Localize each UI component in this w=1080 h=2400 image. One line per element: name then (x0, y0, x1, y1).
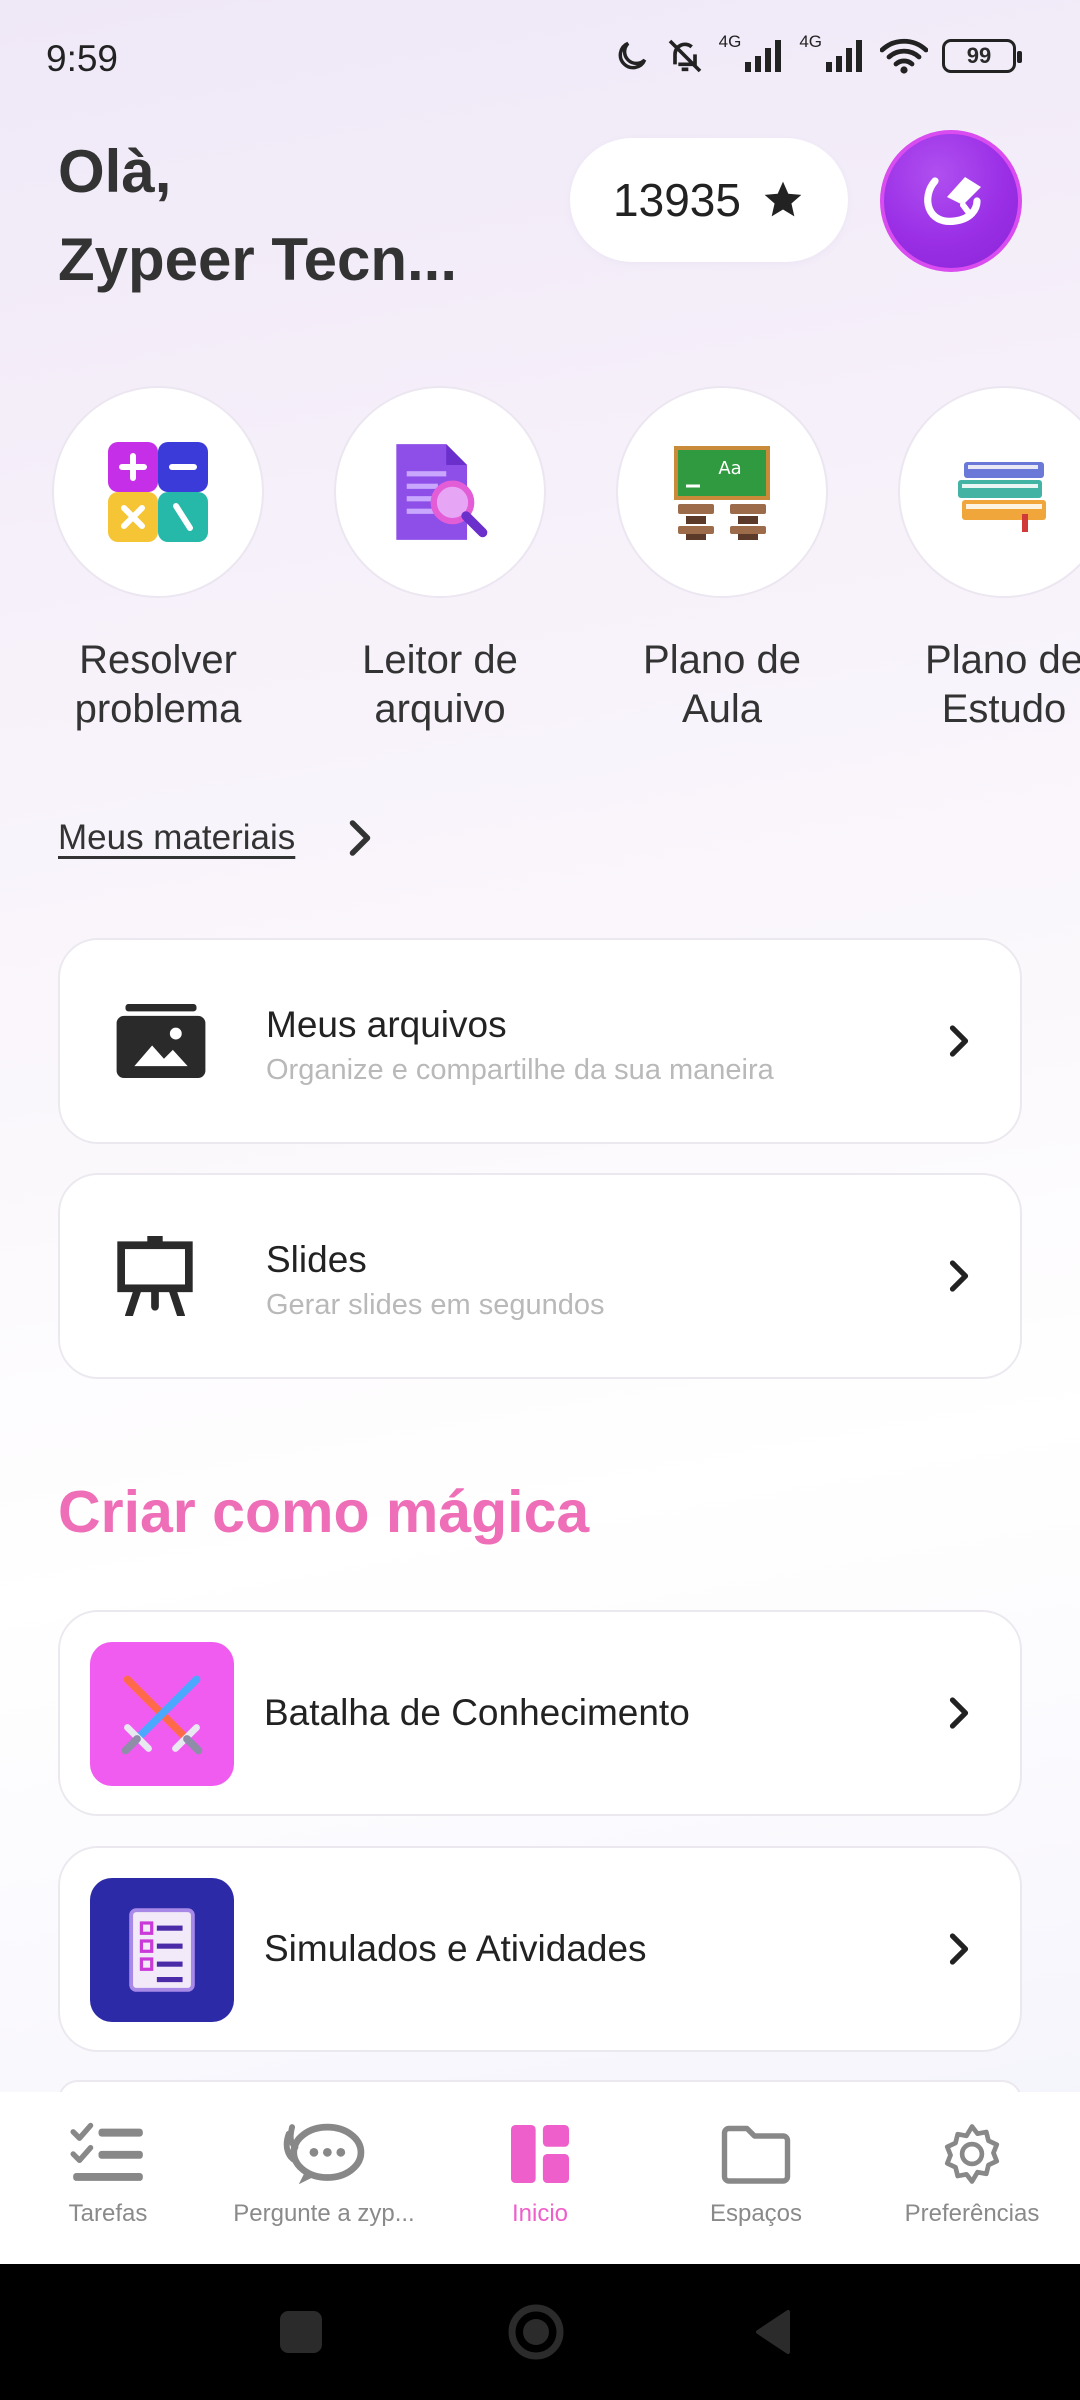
status-icons: 4G 4G 99 (613, 32, 1022, 76)
nav-icon-wrap (864, 2114, 1080, 2194)
nav-label: Preferências (904, 2200, 1040, 2227)
tool-circle (898, 386, 1080, 598)
signal-icon (826, 40, 862, 72)
nav-label: Espaços (709, 2200, 803, 2227)
slides-title: Slides (266, 1239, 367, 1280)
svg-text:Aa: Aa (718, 458, 741, 479)
tools-carousel[interactable]: Resolver problema Leitor de arquivo Aa P… (0, 386, 1080, 746)
greeting-line-1: Olà, (58, 138, 172, 205)
nav-icon-wrap (0, 2114, 216, 2194)
nav-tarefas[interactable]: Tarefas (0, 2114, 216, 2228)
nav-icon-wrap (216, 2114, 432, 2194)
points-value: 13935 (613, 174, 741, 226)
signal-icon (745, 40, 782, 72)
greeting-user-name: Zypeer Tecn... (58, 226, 458, 293)
my-files-card[interactable]: Meus arquivos Organize e compartilhe da … (58, 938, 1022, 1144)
tool-label-line-1: Resolver (79, 638, 237, 682)
chevron-right-icon (949, 1933, 969, 1965)
classroom-icon: Aa (674, 446, 770, 540)
simulated-activities-card[interactable]: Simulados e Atividades (58, 1846, 1022, 2052)
tool-plano-de-aula[interactable]: Aa Plano de Aula (614, 386, 830, 734)
chevron-right-icon (350, 820, 371, 856)
network-label-1: 4G (718, 32, 742, 51)
tool-label-line-1: Plano de (925, 638, 1080, 682)
knowledge-battle-card[interactable]: Batalha de Conhecimento (58, 1610, 1022, 1816)
folder-icon (721, 2125, 791, 2184)
my-materials-label: Meus materiais (58, 818, 296, 857)
knowledge-battle-title: Batalha de Conhecimento (264, 1692, 690, 1733)
task-list-icon (70, 2122, 143, 2181)
nav-pergunte[interactable]: Pergunte a zyp... (216, 2114, 432, 2228)
tool-circle (52, 386, 264, 598)
folder-image-icon (116, 1004, 206, 1078)
tool-label: Plano de Estudo (896, 636, 1080, 734)
nav-preferencias[interactable]: Preferências (864, 2114, 1080, 2228)
chevron-right-icon (949, 1697, 969, 1729)
system-navigation-bar (0, 2264, 1080, 2400)
tool-label-line-1: Plano de (643, 638, 801, 682)
dashboard-icon (511, 2125, 569, 2183)
simulated-activities-title: Simulados e Atividades (264, 1928, 647, 1969)
tool-label-line-2: Aula (681, 687, 763, 731)
chat-bubble-icon (283, 2123, 365, 2185)
nav-espacos[interactable]: Espaços (648, 2114, 864, 2228)
network-label-2: 4G (799, 32, 822, 51)
calculator-icon (108, 442, 208, 542)
back-button[interactable] (752, 2307, 792, 2357)
my-files-subtitle: Organize e compartilhe da sua maneira (266, 1054, 774, 1086)
tool-circle (334, 386, 546, 598)
mute-bell-icon (668, 39, 701, 73)
graduation-logo-icon (924, 177, 981, 225)
document-search-icon (396, 444, 488, 540)
knowledge-battle-tile (90, 1642, 234, 1786)
tool-label: Leitor de arquivo (332, 636, 548, 734)
home-button[interactable] (506, 2302, 566, 2362)
simulated-activities-tile (90, 1878, 234, 2022)
nav-icon-wrap (432, 2114, 648, 2194)
bottom-navigation: Tarefas Pergunte a zyp... Inicio Espaços… (0, 2092, 1080, 2264)
tool-plano-de-estudo[interactable]: Plano de Estudo (896, 386, 1080, 734)
easel-icon (117, 1236, 193, 1316)
tool-label-line-2: Estudo (941, 687, 1067, 731)
my-files-title: Meus arquivos (266, 1004, 507, 1045)
nav-label: Pergunte a zyp... (233, 2200, 415, 2227)
tool-label: Resolver problema (50, 636, 266, 734)
tool-circle: Aa (616, 386, 828, 598)
magic-section-title: Criar como mágica (58, 1479, 590, 1545)
avatar[interactable] (880, 130, 1022, 272)
status-bar: 9:59 4G 4G 99 (0, 0, 1080, 120)
points-badge[interactable]: 13935 (570, 138, 848, 262)
star-icon (764, 181, 802, 217)
tool-label-line-1: Leitor de (362, 638, 518, 682)
tool-label-line-2: problema (74, 687, 242, 731)
slides-subtitle: Gerar slides em segundos (266, 1289, 605, 1321)
greeting: Olà, Zypeer Tecn... (58, 128, 528, 304)
nav-icon-wrap (648, 2114, 864, 2194)
nav-label: Inicio (511, 2200, 569, 2227)
gear-icon (944, 2124, 1000, 2184)
nav-label: Tarefas (68, 2200, 148, 2227)
tool-resolver-problema[interactable]: Resolver problema (50, 386, 266, 734)
moon-icon (618, 41, 646, 70)
wifi-icon (880, 38, 928, 74)
tool-label-line-2: arquivo (374, 687, 506, 731)
slides-card[interactable]: Slides Gerar slides em segundos (58, 1173, 1022, 1379)
checklist-icon (129, 1908, 195, 1992)
tool-leitor-de-arquivo[interactable]: Leitor de arquivo (332, 386, 548, 734)
recents-button[interactable] (280, 2311, 322, 2353)
nav-inicio[interactable]: Inicio (432, 2114, 648, 2228)
status-time: 9:59 (46, 38, 119, 79)
battery-indicator: 99 (942, 39, 1022, 73)
my-materials-link[interactable]: Meus materiais (58, 818, 375, 858)
books-icon (958, 462, 1046, 532)
crossed-swords-icon (121, 1675, 203, 1755)
tool-label: Plano de Aula (614, 636, 830, 734)
chevron-right-icon (949, 1025, 969, 1057)
chevron-right-icon (949, 1260, 969, 1292)
